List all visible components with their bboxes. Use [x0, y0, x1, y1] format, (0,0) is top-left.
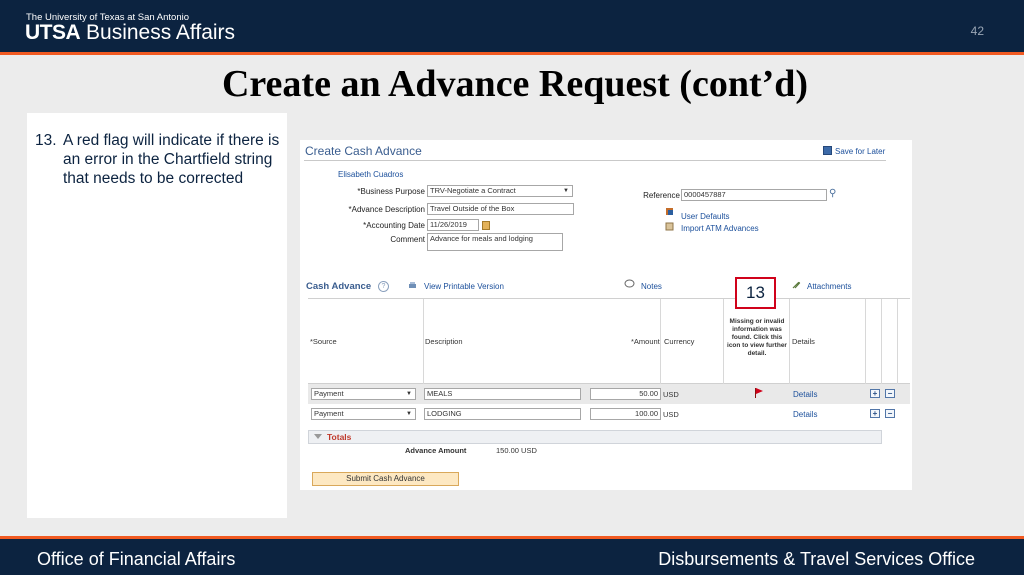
- save-icon: [823, 146, 832, 155]
- comment-textarea[interactable]: Advance for meals and lodging: [427, 233, 563, 251]
- row2-source-select[interactable]: Payment ▼: [311, 408, 416, 420]
- page-heading: Create Cash Advance: [305, 144, 422, 158]
- flag-info-header: Missing or invalid information was found…: [727, 318, 787, 357]
- instruction-panel: 13. A red flag will indicate if there is…: [27, 113, 287, 518]
- row1-add-button[interactable]: +: [870, 389, 880, 398]
- instruction-step: 13. A red flag will indicate if there is…: [35, 131, 280, 188]
- user-defaults-icon: [666, 208, 673, 215]
- row1-source-select[interactable]: Payment ▼: [311, 388, 416, 400]
- row1-details-link[interactable]: Details: [793, 390, 817, 399]
- col-remove: [882, 299, 898, 385]
- triangle-down-icon: [314, 434, 322, 439]
- business-purpose-label: *Business Purpose: [357, 187, 425, 196]
- row1-description-input[interactable]: MEALS: [424, 388, 581, 400]
- red-flag-icon[interactable]: [754, 388, 763, 398]
- header-stripe: [0, 52, 1024, 55]
- business-purpose-value: TRV-Negotiate a Contract: [430, 186, 516, 195]
- search-icon[interactable]: ⚲: [829, 188, 836, 199]
- printer-icon: [409, 282, 416, 288]
- cash-advance-grid-header: *Source Description *Amount Currency Mis…: [308, 298, 910, 385]
- row1-source-value: Payment: [314, 389, 344, 398]
- comment-label: Comment: [390, 235, 425, 244]
- details-header: Details: [792, 337, 815, 346]
- totals-section-toggle[interactable]: Totals: [308, 430, 882, 444]
- business-purpose-select[interactable]: TRV-Negotiate a Contract ▼: [427, 185, 573, 197]
- utsa-logo: UTSA Business Affairs: [25, 21, 235, 45]
- advance-amount-value: 150.00 USD: [496, 446, 537, 455]
- import-atm-icon: [665, 222, 674, 231]
- row1-remove-button[interactable]: −: [885, 389, 895, 398]
- attachments-link[interactable]: Attachments: [807, 282, 851, 291]
- row2-description-input[interactable]: LODGING: [424, 408, 581, 420]
- view-printable-version-link[interactable]: View Printable Version: [424, 282, 504, 291]
- notes-icon: [624, 279, 635, 288]
- slide-title: Create an Advance Request (cont’d): [221, 63, 809, 105]
- row2-remove-button[interactable]: −: [885, 409, 895, 418]
- row2-currency: USD: [663, 410, 679, 419]
- save-for-later-link[interactable]: Save for Later: [823, 146, 885, 156]
- row2-source-value: Payment: [314, 409, 344, 418]
- page-number: 42: [970, 24, 984, 38]
- advance-description-input[interactable]: Travel Outside of the Box: [427, 203, 574, 215]
- footer-office: Office of Financial Affairs: [37, 549, 236, 569]
- description-header: Description: [425, 337, 463, 346]
- heading-divider: [304, 160, 886, 161]
- accounting-date-label: *Accounting Date: [363, 221, 425, 230]
- row2-details-link[interactable]: Details: [793, 410, 817, 419]
- reference-input[interactable]: 0000457887: [681, 189, 827, 201]
- help-icon[interactable]: ?: [378, 281, 389, 292]
- submit-cash-advance-button[interactable]: Submit Cash Advance: [312, 472, 459, 486]
- slide: The University of Texas at San Antonio U…: [0, 0, 1024, 575]
- cash-advance-label: Cash Advance: [306, 281, 372, 292]
- save-for-later-label: Save for Later: [835, 147, 886, 156]
- cash-advance-screenshot: Create Cash Advance Save for Later Elisa…: [300, 140, 912, 490]
- footer-band: Office of Financial Affairs Disbursement…: [0, 539, 1024, 575]
- amount-header: *Amount: [631, 337, 660, 346]
- row2-amount-input[interactable]: 100.00: [590, 408, 661, 420]
- notes-link[interactable]: Notes: [641, 282, 662, 291]
- calendar-icon[interactable]: [482, 221, 490, 230]
- row2-add-button[interactable]: +: [870, 409, 880, 418]
- advance-description-label: *Advance Description: [348, 205, 425, 214]
- import-atm-advances-link[interactable]: Import ATM Advances: [681, 224, 759, 233]
- footer-department: Disbursements & Travel Services Office: [658, 549, 975, 569]
- header-band: The University of Texas at San Antonio U…: [0, 0, 1024, 52]
- chevron-down-icon: ▼: [406, 411, 412, 417]
- step-callout-box: 13: [735, 277, 776, 309]
- department-name: Business Affairs: [86, 21, 236, 44]
- reference-label: Reference: [643, 191, 680, 200]
- chevron-down-icon: ▼: [406, 391, 412, 397]
- row1-currency: USD: [663, 390, 679, 399]
- user-defaults-link[interactable]: User Defaults: [681, 212, 729, 221]
- source-header: *Source: [310, 337, 337, 346]
- paperclip-icon: [792, 281, 801, 289]
- utsa-wordmark: UTSA: [25, 21, 81, 44]
- employee-name: Elisabeth Cuadros: [338, 170, 404, 179]
- col-add: [866, 299, 882, 385]
- advance-amount-label: Advance Amount: [405, 446, 467, 455]
- step-number: 13.: [35, 132, 57, 149]
- step-text: A red flag will indicate if there is an …: [63, 132, 280, 187]
- currency-header: Currency: [664, 337, 695, 346]
- chevron-down-icon: ▼: [563, 188, 569, 194]
- accounting-date-input[interactable]: 11/26/2019: [427, 219, 479, 231]
- row1-amount-input[interactable]: 50.00: [590, 388, 661, 400]
- totals-label: Totals: [327, 432, 352, 442]
